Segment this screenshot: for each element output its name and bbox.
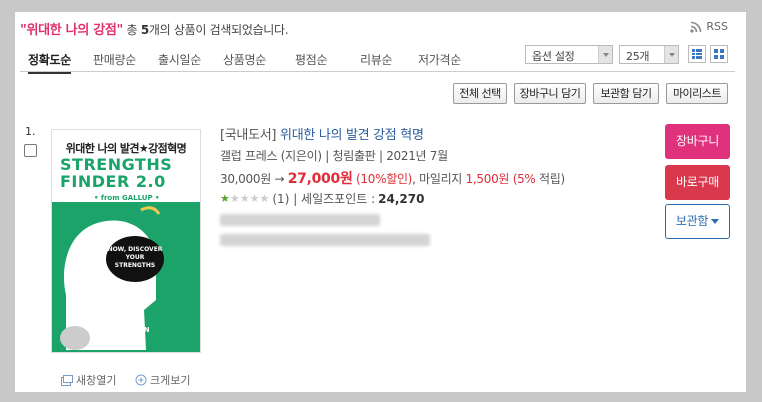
cart-button[interactable]: 장바구니 [665, 124, 730, 159]
save-label: 보관함 [675, 214, 709, 228]
product-checkbox[interactable] [24, 144, 37, 157]
star-icon: ★ [239, 192, 250, 205]
cover-title-kr: 위대한 나의 발견★강점혁명 [65, 142, 187, 155]
product-category: [국내도서] [220, 128, 277, 143]
search-result-panel: "위대한 나의 강점" 총 5개의 상품이 검색되었습니다. RSS 정확도순 … [15, 12, 746, 392]
per-page-value: 25개 [626, 50, 650, 63]
cover-title-line2: FINDER 2.0 [60, 172, 166, 191]
sort-review[interactable]: 리뷰순 [360, 51, 393, 68]
new-window-link[interactable]: 새창열기 [61, 372, 116, 388]
new-window-label: 새창열기 [76, 374, 117, 387]
rss-icon [690, 21, 702, 33]
sort-release[interactable]: 출시일순 [158, 51, 201, 68]
summary-prefix: 총 [123, 23, 141, 37]
grid-view-button[interactable] [710, 45, 728, 63]
star-icon: ★ [259, 192, 270, 205]
book-cover[interactable]: 위대한 나의 발견★강점혁명 STRENGTHS FINDER 2.0 • fr… [51, 129, 201, 353]
mileage-value: 1,500원 [465, 172, 510, 186]
option-select[interactable]: 옵션 설정 [525, 45, 613, 64]
sales-point: 24,270 [378, 191, 425, 206]
mileage-suffix: 적립) [535, 172, 565, 186]
star-icon: ★ [249, 192, 260, 205]
list-view-button[interactable] [688, 45, 706, 63]
star-icon: ★ [220, 192, 230, 205]
blurred-text [220, 234, 430, 246]
add-cart-button[interactable]: 장바구니 담기 [514, 83, 586, 104]
save-to-locker-button[interactable]: 보관함 [665, 204, 730, 239]
cover-author: DON CLIFTON [96, 326, 150, 334]
author-photo [60, 326, 90, 350]
mileage-prefix: , 마일리지 [412, 172, 466, 186]
rank-number: 1. [25, 125, 36, 138]
chevron-down-icon [664, 46, 678, 63]
product-title-line: [국내도서] 위대한 나의 발견 강점 혁명 [220, 124, 424, 143]
sort-name[interactable]: 상품명순 [223, 51, 266, 68]
sort-sales[interactable]: 판매량순 [93, 51, 136, 68]
sort-rating[interactable]: 평점순 [295, 51, 328, 68]
zoom-link[interactable]: 크게보기 [135, 372, 190, 388]
per-page-select[interactable]: 25개 [619, 45, 679, 64]
list-price: 30,000원 → [220, 172, 288, 186]
add-locker-button[interactable]: 보관함 담기 [593, 83, 659, 104]
discount-rate: (10%할인) [356, 172, 413, 186]
search-summary: "위대한 나의 강점" 총 5개의 상품이 검색되었습니다. [20, 19, 289, 38]
product-meta: 갤럽 프레스 (지은이) | 청림출판 | 2021년 7월 [220, 149, 448, 163]
sort-low-price[interactable]: 저가격순 [418, 51, 461, 68]
sale-price: 27,000원 [287, 171, 353, 187]
option-select-value: 옵션 설정 [532, 50, 575, 63]
zoom-label: 크게보기 [150, 374, 191, 387]
rss-label: RSS [706, 20, 728, 33]
zoom-plus-icon [135, 374, 147, 386]
result-count: 5 [140, 23, 149, 37]
search-keyword: "위대한 나의 강점" [20, 23, 124, 38]
my-list-button[interactable]: 마이리스트 [666, 83, 728, 104]
cover-title-en: STRENGTHS FINDER 2.0 [60, 156, 172, 190]
rating-stars: ★ ★ ★ ★ ★ [220, 192, 269, 205]
sort-accuracy[interactable]: 정확도순 [28, 51, 71, 74]
star-icon: ★ [229, 192, 240, 205]
blurred-text [220, 214, 380, 226]
mileage-rate: (5% [512, 172, 536, 186]
rss-link[interactable]: RSS [690, 20, 728, 33]
product-title-link[interactable]: 위대한 나의 발견 강점 혁명 [280, 128, 424, 143]
rating-count: (1) | 세일즈포인트 : [272, 192, 376, 206]
cover-title-line1: STRENGTHS [60, 155, 173, 174]
new-window-icon [61, 374, 73, 386]
buy-now-button[interactable]: 바로구매 [665, 165, 730, 200]
product-price: 30,000원 → 27,000원 (10%할인), 마일리지 1,500원 (… [220, 168, 565, 188]
select-all-button[interactable]: 전체 선택 [453, 83, 507, 104]
caret-down-icon [711, 219, 720, 224]
list-view-icon [692, 49, 702, 59]
cover-speech-bubble: NOW, DISCOVER YOUR STRENGTHS [106, 236, 164, 282]
chevron-down-icon [598, 46, 612, 63]
grid-view-icon [714, 49, 724, 59]
product-rating: ★ ★ ★ ★ ★ (1) | 세일즈포인트 : 24,270 [220, 190, 424, 207]
summary-suffix: 개의 상품이 검색되었습니다. [148, 23, 289, 37]
